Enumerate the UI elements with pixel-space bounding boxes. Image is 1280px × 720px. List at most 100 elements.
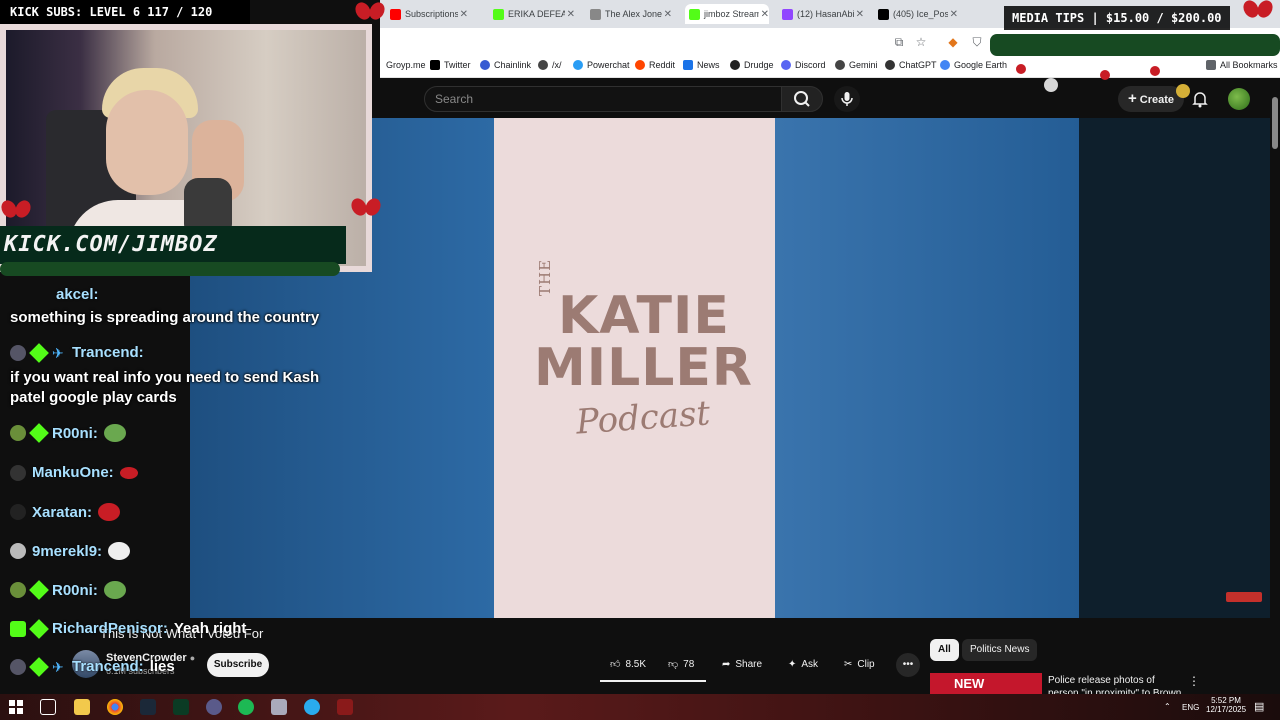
ornament-icon: [1044, 78, 1058, 92]
reddit-icon: [635, 60, 645, 70]
search-input[interactable]: Search: [424, 86, 782, 112]
garland-decoration: [0, 262, 340, 276]
sub-badge-icon: [29, 423, 49, 443]
chip-all[interactable]: All: [930, 639, 959, 661]
plus-icon: +: [1128, 90, 1137, 107]
bookmark-google-earth[interactable]: Google Earth: [940, 60, 1007, 70]
sub-badge-icon: [29, 342, 49, 363]
install-app-icon[interactable]: ⧉: [892, 35, 906, 49]
kick-icon: [689, 8, 700, 20]
bookmark-chainlink[interactable]: Chainlink: [480, 60, 531, 70]
bookmark-groyp[interactable]: Groyp.me: [386, 60, 426, 70]
close-tab-icon[interactable]: ✕: [457, 8, 468, 20]
clip-button[interactable]: ✂ Clip: [834, 653, 885, 677]
task-view-icon[interactable]: [40, 699, 56, 715]
poster-the: THE: [536, 258, 554, 296]
voice-search-button[interactable]: [834, 86, 860, 112]
twitch-icon: [782, 8, 793, 20]
subscribe-button[interactable]: Subscribe: [207, 653, 269, 677]
steam-icon[interactable]: [140, 699, 156, 715]
notepad-icon[interactable]: [271, 699, 287, 715]
scissors-icon: ✂: [844, 659, 853, 670]
drudge-icon: [730, 60, 740, 70]
pepe-badge-icon: [10, 425, 26, 441]
clock[interactable]: 5:52 PM 12/17/2025: [1206, 696, 1246, 714]
windows-start-icon[interactable]: [8, 699, 24, 715]
ask-button[interactable]: ✦ Ask: [778, 653, 828, 677]
more-vertical-icon[interactable]: ⋮: [1188, 674, 1200, 688]
tab-erika[interactable]: ERIKA DEFEAT ✕: [493, 4, 575, 24]
dislike-button[interactable]: 👎︎ 78: [658, 653, 706, 677]
tab-hasanabi[interactable]: (12) HasanAbi ✕: [782, 4, 864, 24]
shield-icon[interactable]: ⛉: [970, 35, 984, 49]
powerchat-icon: [573, 60, 583, 70]
media-tips-counter: MEDIA TIPS | $15.00 / $200.00: [1004, 6, 1230, 30]
app-icon[interactable]: [206, 699, 222, 715]
bookmark-discord[interactable]: Discord: [781, 60, 826, 70]
notifications-button[interactable]: [1190, 89, 1210, 109]
tab-subscriptions[interactable]: Subscriptions ✕: [390, 4, 468, 24]
tray-chevron-icon[interactable]: ⌃: [1164, 702, 1171, 711]
close-tab-icon[interactable]: ✕: [947, 8, 958, 20]
more-horizontal-icon: •••: [902, 659, 914, 670]
ornament-icon: [1100, 70, 1110, 80]
more-actions-button[interactable]: •••: [896, 653, 920, 677]
bookmark-powerchat[interactable]: Powerchat: [573, 60, 630, 70]
notification-center-icon[interactable]: ▤: [1254, 700, 1264, 713]
file-explorer-icon[interactable]: [74, 699, 90, 715]
bookmark-star-icon[interactable]: ☆: [914, 35, 928, 49]
ornament-icon: [1176, 84, 1190, 98]
chat-message-text: something is spreading around the countr…: [10, 309, 320, 326]
close-tab-icon[interactable]: ✕: [853, 8, 864, 20]
x-icon: [430, 60, 440, 70]
bookmark-news[interactable]: News: [683, 60, 720, 70]
eyes-emote-icon: [108, 542, 131, 560]
close-tab-icon[interactable]: ✕: [758, 8, 769, 20]
page-scrollbar[interactable]: [1270, 79, 1280, 694]
app-icon-2[interactable]: [337, 699, 353, 715]
close-tab-icon[interactable]: ✕: [661, 8, 672, 20]
avatar-badge-icon: [10, 504, 26, 520]
subscribe-watermark[interactable]: [1226, 592, 1262, 602]
share-button[interactable]: ➦ Share: [712, 653, 772, 677]
chat-message: 9merekl9:: [10, 542, 131, 560]
tab-alex-jones[interactable]: The Alex Jones ✕: [590, 4, 672, 24]
video-bg-dark: [1079, 118, 1270, 618]
garland-decoration: [990, 34, 1280, 56]
page-icon: [590, 8, 601, 20]
podcast-poster: THE KATIE MILLER Podcast: [494, 118, 775, 618]
close-tab-icon[interactable]: ✕: [564, 8, 575, 20]
telegram-icon[interactable]: [304, 699, 320, 715]
news-icon: [683, 60, 693, 70]
obs-icon[interactable]: [173, 699, 189, 715]
poster-line1: KATIE: [558, 286, 730, 346]
bookmark-reddit[interactable]: Reddit: [635, 60, 675, 70]
all-bookmarks[interactable]: All Bookmarks: [1206, 60, 1278, 70]
bookmark-chatgpt[interactable]: ChatGPT: [885, 60, 937, 70]
bookmark-twitter[interactable]: Twitter: [430, 60, 471, 70]
like-button[interactable]: 👍︎ 8.5K: [600, 653, 658, 677]
poster-line3: Podcast: [574, 393, 712, 443]
bookmark-gemini[interactable]: Gemini: [835, 60, 878, 70]
spotify-icon[interactable]: [238, 699, 254, 715]
ornament-icon: [1150, 66, 1160, 76]
sub-badge-icon: [29, 618, 49, 639]
discord-icon: [781, 60, 791, 70]
chat-message: Xaratan:: [10, 503, 121, 521]
bookmark-x-board[interactable]: /x/: [538, 60, 562, 70]
chip-politics-news[interactable]: Politics News: [962, 639, 1038, 661]
language-indicator[interactable]: ENG: [1182, 703, 1199, 712]
create-button[interactable]: + Create: [1118, 86, 1185, 112]
account-avatar[interactable]: [1228, 88, 1250, 110]
bookmarks-bar: Groyp.me Twitter Chainlink /x/ Powerchat…: [380, 56, 1280, 78]
metamask-icon[interactable]: ◆: [946, 35, 960, 49]
search-button[interactable]: [781, 86, 823, 112]
tab-ice-poseidon[interactable]: (405) Ice_Poseidon✕: [878, 4, 958, 24]
sword-badge-icon: ✈: [52, 344, 64, 361]
recommended-thumbnail[interactable]: NEW PHOTOS: [930, 673, 1042, 712]
chrome-icon[interactable]: [107, 699, 123, 715]
scrollbar-thumb[interactable]: [1272, 97, 1278, 149]
bell-icon: [1192, 92, 1208, 108]
tab-jimboz[interactable]: jimboz Stream ✕: [685, 4, 769, 24]
bookmark-drudge[interactable]: Drudge: [730, 60, 774, 70]
